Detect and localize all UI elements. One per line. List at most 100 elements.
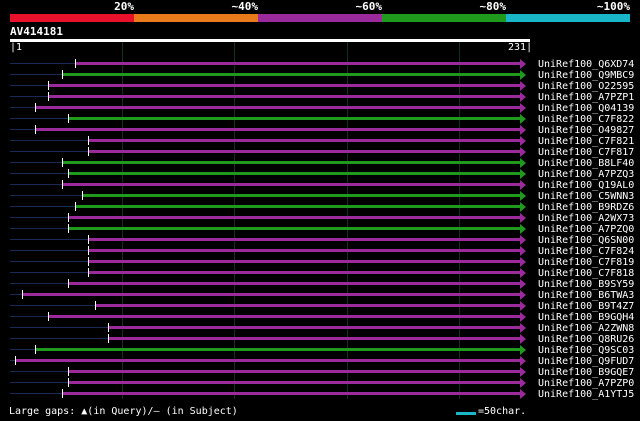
- hit-bar: [69, 227, 521, 230]
- unaligned-region: [10, 239, 88, 240]
- hit-label[interactable]: UniRef100_B9T4Z7: [538, 301, 634, 312]
- hit-row[interactable]: UniRef100_A7PZQ0: [0, 224, 640, 235]
- hit-label[interactable]: UniRef100_C7F818: [538, 268, 634, 279]
- hit-label[interactable]: UniRef100_B6TWA3: [538, 290, 634, 301]
- hit-row[interactable]: UniRef100_B8LF40: [0, 158, 640, 169]
- hit-row[interactable]: UniRef100_A2WX73: [0, 213, 640, 224]
- hit-end-arrow-icon: [520, 70, 526, 80]
- hit-label[interactable]: UniRef100_B8LF40: [538, 158, 634, 169]
- hit-row[interactable]: UniRef100_Q19AL0: [0, 180, 640, 191]
- unaligned-region: [10, 338, 108, 339]
- hit-label[interactable]: UniRef100_Q9FUD7: [538, 356, 634, 367]
- hit-end-arrow-icon: [520, 312, 526, 322]
- unaligned-region: [10, 382, 68, 383]
- hit-row[interactable]: UniRef100_Q04139: [0, 103, 640, 114]
- hit-row[interactable]: UniRef100_Q9SC03: [0, 345, 640, 356]
- hit-end-arrow-icon: [520, 356, 526, 366]
- unaligned-region: [10, 206, 75, 207]
- hit-label[interactable]: UniRef100_B9GQH4: [538, 312, 634, 323]
- hit-label[interactable]: UniRef100_Q19AL0: [538, 180, 634, 191]
- hit-row[interactable]: UniRef100_A1YTJ5: [0, 389, 640, 400]
- unaligned-region: [10, 283, 68, 284]
- hit-end-arrow-icon: [520, 279, 526, 289]
- hit-label[interactable]: UniRef100_Q04139: [538, 103, 634, 114]
- hit-row[interactable]: UniRef100_B9GQE7: [0, 367, 640, 378]
- unaligned-region: [10, 140, 88, 141]
- unaligned-region: [10, 195, 82, 196]
- hit-label[interactable]: UniRef100_A7PZQ3: [538, 169, 634, 180]
- hit-row[interactable]: UniRef100_B9GQH4: [0, 312, 640, 323]
- hit-row[interactable]: UniRef100_B9T4Z7: [0, 301, 640, 312]
- hit-end-arrow-icon: [520, 213, 526, 223]
- hit-end-arrow-icon: [520, 334, 526, 344]
- unaligned-region: [10, 129, 35, 130]
- hit-label[interactable]: UniRef100_C7F822: [538, 114, 634, 125]
- hit-row[interactable]: UniRef100_B9SY59: [0, 279, 640, 290]
- hit-bar: [83, 194, 521, 197]
- hit-row[interactable]: UniRef100_A2ZWN8: [0, 323, 640, 334]
- hit-row[interactable]: UniRef100_A7PZP1: [0, 92, 640, 103]
- hit-label[interactable]: UniRef100_Q8RU26: [538, 334, 634, 345]
- hit-row[interactable]: UniRef100_O22595: [0, 81, 640, 92]
- hit-row[interactable]: UniRef100_C7F819: [0, 257, 640, 268]
- unaligned-region: [10, 63, 75, 64]
- hit-label[interactable]: UniRef100_C5WNN3: [538, 191, 634, 202]
- hit-row[interactable]: UniRef100_Q9MBC9: [0, 70, 640, 81]
- hit-bar: [63, 73, 521, 76]
- unaligned-region: [10, 217, 68, 218]
- hit-bar: [69, 172, 521, 175]
- hit-bar: [76, 62, 521, 65]
- hit-bar: [63, 183, 521, 186]
- hit-row[interactable]: UniRef100_O49827: [0, 125, 640, 136]
- hit-row[interactable]: UniRef100_Q9FUD7: [0, 356, 640, 367]
- hit-label[interactable]: UniRef100_A7PZP1: [538, 92, 634, 103]
- hit-row[interactable]: UniRef100_C7F821: [0, 136, 640, 147]
- hit-end-arrow-icon: [520, 378, 526, 388]
- hit-label[interactable]: UniRef100_Q9MBC9: [538, 70, 634, 81]
- hit-end-arrow-icon: [520, 191, 526, 201]
- hit-row[interactable]: UniRef100_C7F817: [0, 147, 640, 158]
- hit-row[interactable]: UniRef100_Q6XD74: [0, 59, 640, 70]
- hit-end-arrow-icon: [520, 114, 526, 124]
- hit-bar: [89, 271, 521, 274]
- unaligned-region: [10, 371, 68, 372]
- hit-label[interactable]: UniRef100_C7F819: [538, 257, 634, 268]
- hit-bar: [49, 95, 521, 98]
- hit-label[interactable]: UniRef100_A2ZWN8: [538, 323, 634, 334]
- hit-row[interactable]: UniRef100_C7F824: [0, 246, 640, 257]
- hit-row[interactable]: UniRef100_B9RDZ6: [0, 202, 640, 213]
- unaligned-region: [10, 74, 62, 75]
- hit-label[interactable]: UniRef100_A2WX73: [538, 213, 634, 224]
- hit-end-arrow-icon: [520, 290, 526, 300]
- hit-label[interactable]: UniRef100_A7PZQ0: [538, 224, 634, 235]
- hit-row[interactable]: UniRef100_C7F822: [0, 114, 640, 125]
- hit-end-arrow-icon: [520, 103, 526, 113]
- hit-label[interactable]: UniRef100_Q6SN00: [538, 235, 634, 246]
- hit-label[interactable]: UniRef100_A1YTJ5: [538, 389, 634, 400]
- hit-end-arrow-icon: [520, 125, 526, 135]
- hit-row[interactable]: UniRef100_Q8RU26: [0, 334, 640, 345]
- hit-label[interactable]: UniRef100_C7F821: [538, 136, 634, 147]
- hit-row[interactable]: UniRef100_C7F818: [0, 268, 640, 279]
- hit-bar: [23, 293, 521, 296]
- hit-label[interactable]: UniRef100_Q9SC03: [538, 345, 634, 356]
- hit-label[interactable]: UniRef100_B9RDZ6: [538, 202, 634, 213]
- hit-label[interactable]: UniRef100_Q6XD74: [538, 59, 634, 70]
- hit-row[interactable]: UniRef100_A7PZQ3: [0, 169, 640, 180]
- hit-label[interactable]: UniRef100_A7PZP0: [538, 378, 634, 389]
- hit-label[interactable]: UniRef100_B9SY59: [538, 279, 634, 290]
- hit-row[interactable]: UniRef100_A7PZP0: [0, 378, 640, 389]
- hit-label[interactable]: UniRef100_O22595: [538, 81, 634, 92]
- hit-row[interactable]: UniRef100_Q6SN00: [0, 235, 640, 246]
- unaligned-region: [10, 96, 48, 97]
- hit-row[interactable]: UniRef100_C5WNN3: [0, 191, 640, 202]
- hit-label[interactable]: UniRef100_C7F817: [538, 147, 634, 158]
- hit-bar: [69, 282, 521, 285]
- unaligned-region: [10, 349, 35, 350]
- hit-label[interactable]: UniRef100_C7F824: [538, 246, 634, 257]
- hit-bar: [96, 304, 521, 307]
- hit-label[interactable]: UniRef100_O49827: [538, 125, 634, 136]
- hit-label[interactable]: UniRef100_B9GQE7: [538, 367, 634, 378]
- hit-end-arrow-icon: [520, 147, 526, 157]
- hit-row[interactable]: UniRef100_B6TWA3: [0, 290, 640, 301]
